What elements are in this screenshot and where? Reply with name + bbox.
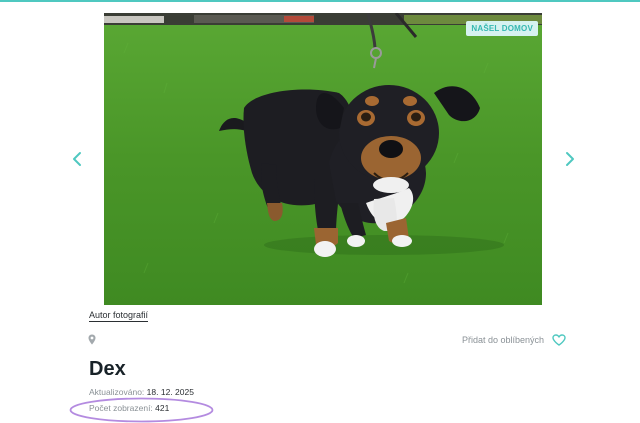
gallery-prev-button[interactable] bbox=[70, 150, 84, 168]
favorites-label: Přidat do oblíbených bbox=[462, 335, 545, 345]
photo-author-link[interactable]: Autor fotografií bbox=[89, 310, 149, 322]
updated-info: Aktualizováno: 18. 12. 2025 bbox=[89, 387, 194, 397]
chevron-left-icon bbox=[73, 152, 81, 166]
add-to-favorites-button[interactable]: Přidat do oblíbených bbox=[462, 333, 566, 347]
gallery-next-button[interactable] bbox=[563, 150, 577, 168]
highlight-ellipse bbox=[69, 397, 214, 423]
heart-outline-icon bbox=[552, 334, 566, 346]
pet-name: Dex bbox=[89, 358, 126, 380]
photo-gallery: NAŠEL DOMOV bbox=[104, 13, 542, 305]
map-pin-icon bbox=[88, 334, 96, 345]
chevron-right-icon bbox=[566, 152, 574, 166]
adopted-badge: NAŠEL DOMOV bbox=[466, 21, 538, 36]
dog-photo bbox=[104, 13, 542, 305]
top-accent-bar bbox=[0, 0, 640, 2]
updated-value: 18. 12. 2025 bbox=[146, 387, 194, 397]
updated-label: Aktualizováno: bbox=[89, 387, 145, 397]
